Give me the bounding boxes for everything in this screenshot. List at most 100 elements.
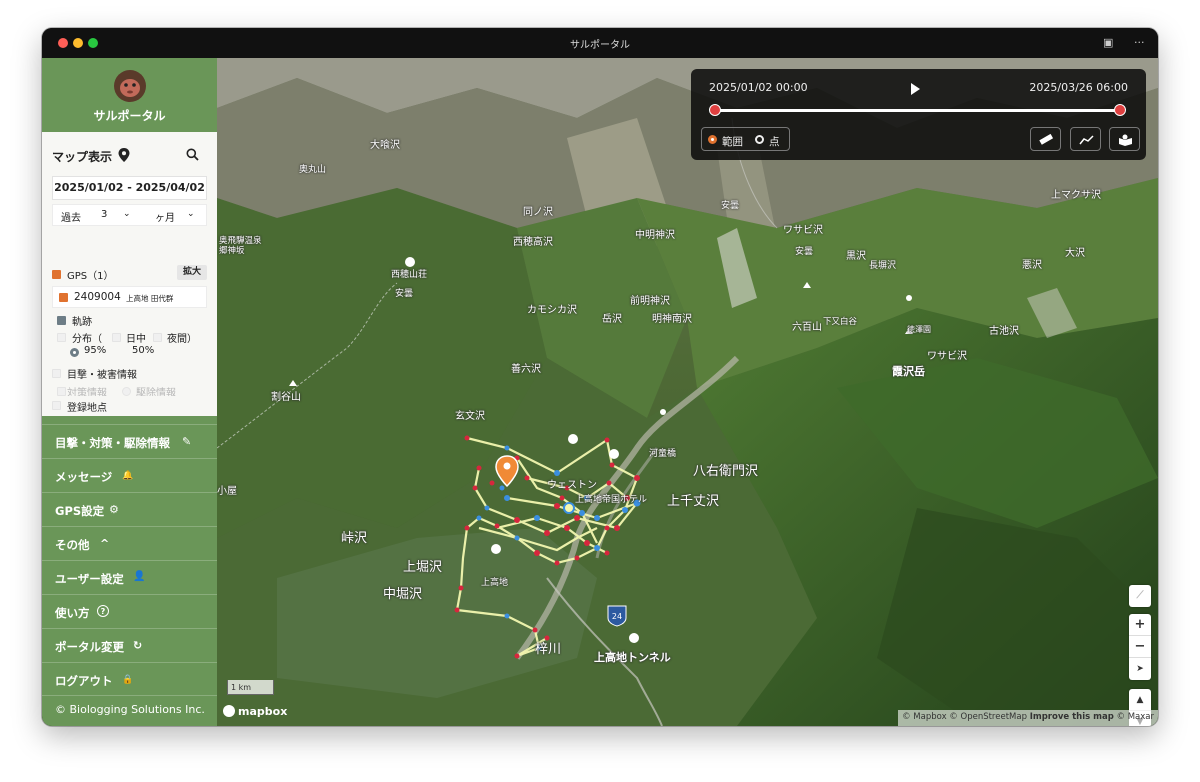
period-unit-select[interactable]: ヶ月 bbox=[155, 209, 175, 224]
map-label: 徳澤園 bbox=[907, 325, 931, 334]
map-label: 安曇 bbox=[721, 201, 740, 211]
date-range-field[interactable]: 2025/01/02 - 2025/04/02 bbox=[52, 176, 207, 200]
menu-label: ポータル変更 bbox=[55, 640, 124, 654]
removal-checkbox[interactable] bbox=[122, 387, 131, 396]
chart-button[interactable] bbox=[1070, 127, 1101, 151]
map-label: 小屋 bbox=[217, 486, 237, 497]
map-style-control[interactable]: ⟋ bbox=[1129, 585, 1151, 607]
monkey-logo-icon bbox=[114, 70, 146, 102]
map-label: 下又白谷 bbox=[823, 317, 858, 327]
track-checkbox[interactable] bbox=[57, 316, 66, 325]
map-label: 八右衛門沢 bbox=[693, 464, 759, 479]
expand-button[interactable]: 拡大 bbox=[177, 265, 207, 280]
menu-item-user-settings[interactable]: ユーザー設定 👤 bbox=[42, 560, 217, 594]
line-chart-icon bbox=[1079, 135, 1094, 145]
chevron-down-icon[interactable]: ⌄ bbox=[187, 209, 195, 219]
map-view[interactable]: 24 大喰沢 奥丸山 同ノ沢 西穂高沢 西穂山荘 安曇 奥飛騨温泉郷神坂 カモシ… bbox=[217, 58, 1158, 726]
compass-icon[interactable]: ➤ bbox=[1129, 658, 1151, 680]
measure-tool-button[interactable] bbox=[1030, 127, 1061, 151]
period-value-select[interactable]: 3 bbox=[101, 209, 107, 220]
sighting-checkbox[interactable] bbox=[52, 369, 61, 378]
menu-item-other[interactable]: その他 ^ bbox=[42, 526, 217, 560]
map-label: ウェストン bbox=[547, 480, 597, 491]
menu-item-sighting-info[interactable]: 目撃・対策・駆除情報 ✎ bbox=[42, 424, 217, 458]
zoom-control: + − ➤ bbox=[1129, 614, 1151, 680]
map-label: 上千丈沢 bbox=[667, 494, 720, 509]
map-label: 西穂高沢 bbox=[513, 237, 553, 248]
panel-title: マップ表示 bbox=[52, 150, 113, 164]
map-scale: 1 km bbox=[227, 680, 274, 695]
gps-label: GPS（1） bbox=[67, 271, 114, 282]
daytime-checkbox[interactable] bbox=[112, 333, 121, 342]
mapbox-logo[interactable]: mapbox bbox=[223, 705, 287, 718]
map-pin-layers-icon bbox=[1119, 134, 1132, 146]
registered-label: 登録地点 bbox=[67, 403, 107, 414]
map-label: カモシカ沢 bbox=[527, 305, 577, 316]
copyright: © Biologging Solutions Inc. bbox=[55, 703, 205, 716]
attribution-text[interactable]: © Mapbox © OpenStreetMap bbox=[902, 712, 1027, 722]
more-options-icon[interactable]: ··· bbox=[1134, 36, 1145, 49]
mode-point-label: 点 bbox=[769, 136, 780, 148]
night-label: 夜間） bbox=[167, 334, 197, 345]
map-pin-icon bbox=[118, 148, 130, 162]
map-label: 上堀沢 bbox=[403, 560, 443, 575]
menu-item-portal-change[interactable]: ポータル変更 ↻ bbox=[42, 628, 217, 662]
timeline-start-handle[interactable] bbox=[709, 104, 721, 116]
display-mode-toggle: 範囲 点 bbox=[701, 127, 790, 151]
menu-item-logout[interactable]: ログアウト 🔒 bbox=[42, 662, 217, 696]
sidebar: サルポータル マップ表示 2025/01/02 - 2025/04/02 過去 … bbox=[42, 58, 217, 726]
pct-95-radio[interactable] bbox=[70, 348, 79, 357]
help-icon: ? bbox=[97, 605, 109, 617]
sidebar-toggle-icon[interactable]: ▣ bbox=[1103, 36, 1113, 49]
mode-range-label: 範囲 bbox=[722, 136, 743, 148]
menu-item-how-to-use[interactable]: 使い方 ? bbox=[42, 594, 217, 628]
logo-area: サルポータル bbox=[42, 58, 217, 132]
menu-item-messages[interactable]: メッセージ 🔔 bbox=[42, 458, 217, 492]
draw-icon[interactable]: ⟋ bbox=[1129, 585, 1151, 607]
map-label: ワサビ沢 bbox=[783, 225, 823, 236]
map-label: 奥飛騨温泉郷神坂 bbox=[219, 236, 262, 256]
poi-icon bbox=[609, 449, 619, 459]
map-label: 河童橋 bbox=[649, 449, 677, 459]
map-layers-button[interactable] bbox=[1109, 127, 1140, 151]
maxar-attribution[interactable]: © Maxar bbox=[1117, 712, 1154, 722]
chevron-down-icon[interactable]: ⌄ bbox=[123, 209, 131, 219]
sighting-label: 目撃・被害情報 bbox=[67, 370, 137, 381]
map-label: 安曇 bbox=[795, 247, 814, 257]
mode-range-radio[interactable] bbox=[708, 135, 717, 144]
menu-label: 使い方 bbox=[55, 606, 90, 620]
map-label: 長塀沢 bbox=[869, 261, 897, 271]
distribution-checkbox[interactable] bbox=[57, 333, 66, 342]
search-icon[interactable] bbox=[186, 148, 199, 161]
timeline-slider-track[interactable] bbox=[715, 109, 1120, 112]
map-label: 大沢 bbox=[1065, 248, 1085, 259]
menu-label: ユーザー設定 bbox=[55, 572, 124, 586]
menu-item-gps-settings[interactable]: GPS設定 ⚙ bbox=[42, 492, 217, 526]
improve-map-link[interactable]: Improve this map bbox=[1030, 712, 1114, 722]
gps-checkbox[interactable] bbox=[52, 270, 61, 279]
play-icon[interactable] bbox=[911, 83, 920, 95]
ruler-icon bbox=[1039, 133, 1054, 145]
zoom-out-button[interactable]: − bbox=[1129, 636, 1151, 658]
zoom-in-button[interactable]: + bbox=[1129, 614, 1151, 636]
timeline-end-handle[interactable] bbox=[1114, 104, 1126, 116]
pitch-up-button[interactable]: ▲ bbox=[1129, 689, 1151, 711]
poi-icon bbox=[405, 257, 415, 267]
measures-checkbox[interactable] bbox=[57, 387, 66, 396]
mode-point-radio[interactable] bbox=[755, 135, 764, 144]
track-label: 軌跡 bbox=[72, 317, 92, 328]
device-id: 2409004 bbox=[74, 291, 121, 303]
pct-95-label: 95% bbox=[84, 345, 107, 356]
map-label: 上マクサ沢 bbox=[1051, 190, 1101, 201]
timeline-end-date: 2025/03/26 06:00 bbox=[1029, 81, 1128, 94]
device-checkbox[interactable] bbox=[59, 293, 68, 302]
map-label: 黒沢 bbox=[846, 251, 866, 262]
daytime-label: 日中 bbox=[126, 334, 146, 345]
map-label: 上高地帝国ホテル bbox=[575, 495, 648, 505]
pct-50-label[interactable]: 50% bbox=[132, 345, 154, 356]
night-checkbox[interactable] bbox=[153, 333, 162, 342]
bell-icon: 🔔 bbox=[122, 471, 134, 481]
registered-checkbox[interactable] bbox=[52, 401, 61, 410]
map-label: 奥丸山 bbox=[299, 165, 327, 175]
map-label: 悪沢 bbox=[1022, 260, 1042, 271]
